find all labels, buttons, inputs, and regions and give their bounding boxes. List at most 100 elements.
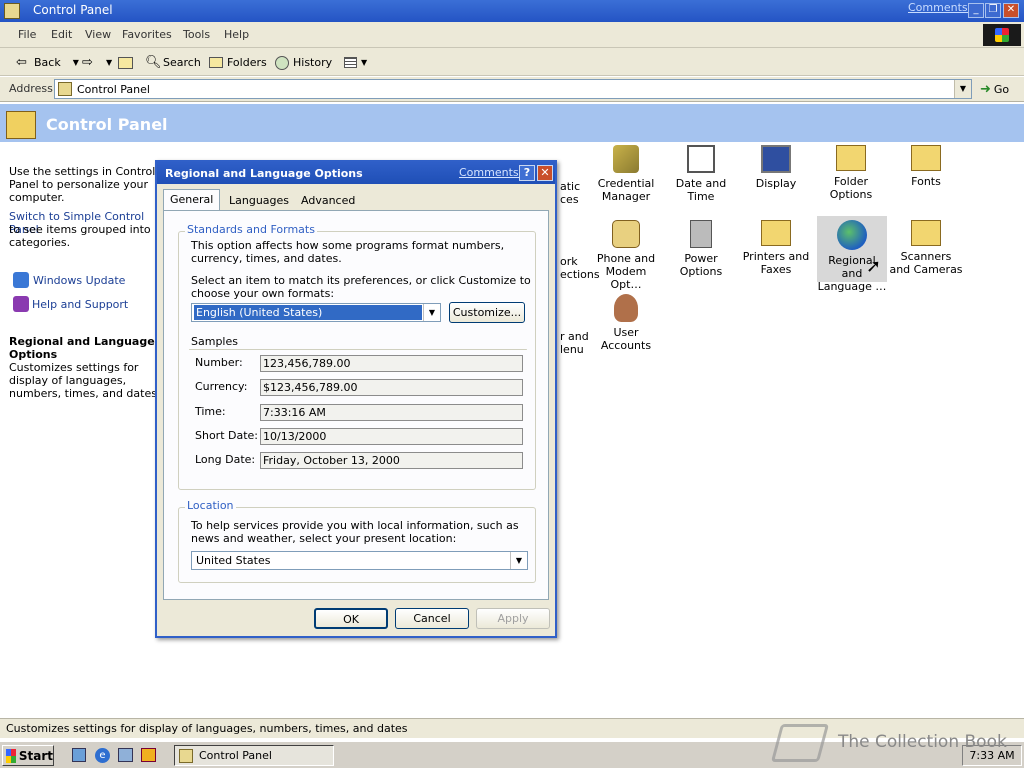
menu-view[interactable]: View xyxy=(85,28,111,41)
tab-panel-general: Standards and Formats This option affect… xyxy=(163,210,549,600)
icon-scanners-cameras[interactable]: Scanners and Cameras xyxy=(889,220,963,276)
power-plug-icon xyxy=(690,220,712,248)
sample-short-date-label: Short Date: xyxy=(195,429,259,442)
windows-flag-icon xyxy=(995,28,1009,42)
title-bar[interactable]: Control Panel Comments? _ ❐ ✕ xyxy=(0,0,1024,22)
taskbar-control-panel-button[interactable]: Control Panel xyxy=(174,745,334,766)
content-header: Control Panel xyxy=(0,104,1024,142)
back-dropdown-icon[interactable]: ▼ xyxy=(73,58,79,67)
views-dropdown-icon[interactable]: ▼ xyxy=(361,58,367,67)
folder-up-icon xyxy=(118,56,133,69)
user-icon xyxy=(614,294,638,322)
location-dropdown-icon[interactable]: ▼ xyxy=(510,552,527,569)
phone-icon xyxy=(612,220,640,248)
menu-file[interactable]: File xyxy=(18,28,36,41)
format-dropdown-icon[interactable]: ▼ xyxy=(423,304,440,321)
icon-power-options[interactable]: Power Options xyxy=(664,220,738,278)
control-panel-icon xyxy=(4,3,20,19)
tab-languages[interactable]: Languages xyxy=(223,191,295,211)
icon-fragment-network[interactable]: ork ections xyxy=(560,255,600,281)
icon-label: Folder Options xyxy=(829,175,873,201)
dialog-close-button[interactable]: ✕ xyxy=(537,165,553,181)
back-button[interactable]: ⇦ Back ▼ xyxy=(16,54,79,71)
up-button[interactable] xyxy=(118,54,137,71)
ok-button[interactable]: OK xyxy=(314,608,388,629)
restore-button[interactable]: ❐ xyxy=(985,3,1001,18)
dialog-comments-link[interactable]: Comments? xyxy=(459,166,524,179)
menu-favorites[interactable]: Favorites xyxy=(122,28,172,41)
network-icon[interactable] xyxy=(118,748,133,762)
search-icon: 🔍︎ xyxy=(145,54,162,70)
icon-label: Fonts xyxy=(911,175,941,188)
icon-date-time[interactable]: Date and Time xyxy=(664,145,738,203)
icon-folder-options[interactable]: Folder Options xyxy=(814,145,888,201)
customize-button[interactable]: Customize... xyxy=(449,302,525,323)
start-label: Start xyxy=(18,748,53,763)
forward-button[interactable]: ⇨ ▼ xyxy=(82,54,112,71)
icon-label: Power Options xyxy=(679,252,723,278)
menu-help[interactable]: Help xyxy=(224,28,249,41)
forward-dropdown-icon[interactable]: ▼ xyxy=(106,58,112,67)
icon-printers-faxes[interactable]: Printers and Faxes xyxy=(739,220,813,276)
fonts-folder-icon xyxy=(911,145,941,171)
views-button[interactable]: ▼ xyxy=(344,54,367,71)
content-title: Control Panel xyxy=(46,115,168,134)
icon-fragment-automatic[interactable]: atic ces xyxy=(560,180,580,206)
fragment-line: r and xyxy=(560,330,589,343)
icon-label: Phone and Modem Opt… xyxy=(596,252,656,291)
fragment-line: ork xyxy=(560,255,578,268)
dialog-title-bar[interactable]: Regional and Language Options Comments? … xyxy=(157,162,555,184)
icon-fragment-taskbar[interactable]: r and lenu xyxy=(560,330,589,356)
selection-description: Customizes settings for display of langu… xyxy=(9,361,157,400)
location-select[interactable]: United States ▼ xyxy=(191,551,528,570)
sample-long-date-field: Friday, October 13, 2000 xyxy=(260,452,523,469)
standards-description: This option affects how some programs fo… xyxy=(191,239,505,265)
location-group-label: Location xyxy=(185,499,236,512)
windows-logo xyxy=(983,24,1021,46)
printer-folder-icon xyxy=(761,220,791,246)
cancel-button[interactable]: Cancel xyxy=(395,608,469,629)
search-label: Search xyxy=(163,56,201,69)
address-dropdown-icon[interactable]: ▼ xyxy=(954,80,971,98)
menu-bar: File Edit View Favorites Tools Help xyxy=(0,22,1024,48)
start-button[interactable]: Start xyxy=(2,745,54,766)
folders-label: Folders xyxy=(227,56,267,69)
icon-phone-modem[interactable]: Phone and Modem Opt… xyxy=(589,220,663,291)
standards-group-label: Standards and Formats xyxy=(185,223,317,236)
search-button[interactable]: 🔍︎ Search xyxy=(145,54,201,71)
folders-button[interactable]: Folders xyxy=(209,54,267,71)
media-player-icon[interactable] xyxy=(141,748,156,762)
icon-fonts[interactable]: Fonts xyxy=(889,145,963,188)
menu-tools[interactable]: Tools xyxy=(183,28,210,41)
tab-general[interactable]: General xyxy=(163,189,221,211)
watermark: The Collection Book xyxy=(770,718,1024,768)
control-panel-small-icon xyxy=(58,82,72,96)
windows-update-icon xyxy=(13,272,29,288)
history-button[interactable]: History xyxy=(275,54,332,71)
minimize-button[interactable]: _ xyxy=(968,3,984,18)
icon-label: Credential Manager xyxy=(597,177,655,203)
apply-button[interactable]: Apply xyxy=(476,608,550,629)
fragment-line: ections xyxy=(560,268,600,281)
address-input[interactable]: Control Panel ▼ xyxy=(54,79,972,99)
fragment-line: ces xyxy=(560,193,579,206)
go-button[interactable]: ➜ Go xyxy=(980,82,1009,97)
icon-display[interactable]: Display xyxy=(739,145,813,190)
menu-edit[interactable]: Edit xyxy=(51,28,72,41)
show-desktop-icon[interactable] xyxy=(72,748,86,762)
tab-advanced[interactable]: Advanced xyxy=(295,191,361,211)
icon-credential-manager[interactable]: Credential Manager xyxy=(589,145,663,203)
help-support-link[interactable]: Help and Support xyxy=(32,298,128,311)
internet-explorer-icon[interactable]: e xyxy=(95,748,110,763)
calendar-clock-icon xyxy=(687,145,715,173)
sample-currency-label: Currency: xyxy=(195,380,248,393)
comments-link[interactable]: Comments? xyxy=(908,1,973,14)
sample-time-field: 7:33:16 AM xyxy=(260,404,523,421)
close-button[interactable]: ✕ xyxy=(1003,3,1019,18)
control-panel-task-icon xyxy=(179,748,193,763)
icon-user-accounts[interactable]: User Accounts xyxy=(589,294,663,352)
format-select[interactable]: English (United States) ▼ xyxy=(191,303,441,322)
windows-update-link[interactable]: Windows Update xyxy=(33,274,125,287)
folder-tools-icon xyxy=(836,145,866,171)
dialog-help-button[interactable]: ? xyxy=(519,165,535,181)
